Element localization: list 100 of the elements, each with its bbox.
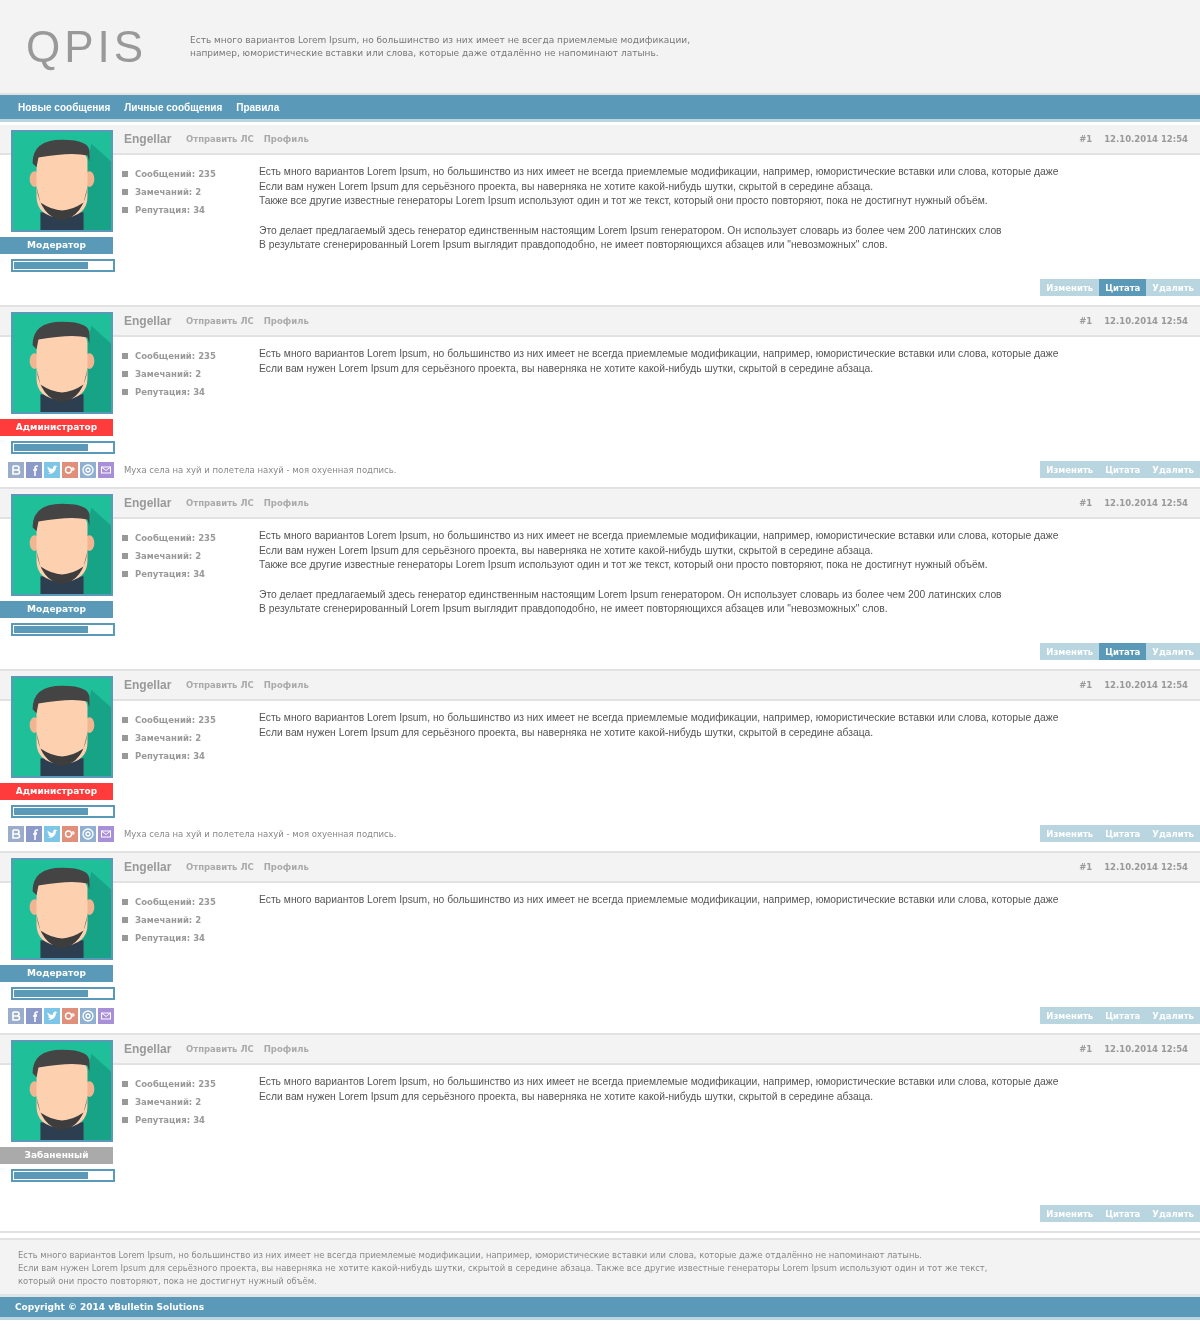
nav-link[interactable]: Новые сообщения [18, 101, 111, 113]
send-message-link[interactable]: Отправить ЛС [186, 498, 254, 508]
bullet-icon [122, 717, 128, 723]
bullet-icon [122, 735, 128, 741]
send-message-link[interactable]: Отправить ЛС [186, 316, 254, 326]
stat-text: Сообщений: 235 [135, 351, 216, 361]
author-link[interactable]: Engellar [124, 860, 186, 874]
footer-text: Если вам нужен Lorem Ipsum для серьёзного проекта, вы наверняка не хотите какой-нибудь шутки, скрытой в середине абзаца. Также все другие известные генераторы Lorem Ipsum используют один и тот же текст, [18, 1262, 989, 1275]
role-badge: Администратор [0, 419, 113, 436]
copyright-text: Copyright © 2014 vBulletin Solutions [15, 1302, 205, 1312]
author-link[interactable]: Engellar [124, 496, 186, 510]
at-sign-icon[interactable] [80, 461, 96, 478]
post-date: 12.10.2014 12:54 [1104, 316, 1188, 326]
post-text: Если вам нужен Lorem Ipsum для серьёзного проекта, вы наверняка не хотите какой-нибудь шутки, скрытой в середине абзаца. [259, 361, 875, 376]
bullet-icon [122, 189, 128, 195]
post-date: 12.10.2014 12:54 [1104, 1044, 1188, 1054]
role-badge: Модератор [0, 965, 113, 982]
post-text: Есть много вариантов Lorem Ipsum, но большинство из них имеет не всегда приемлемые модификации, например, юмористические вставки или слова, которые даже [259, 529, 1059, 543]
at-sign-icon[interactable] [80, 825, 96, 842]
post-number-link[interactable]: #1 [1079, 862, 1093, 872]
role-badge: Модератор [0, 237, 113, 254]
post-action-button[interactable]: Цитата [1099, 643, 1147, 660]
post-text: Если вам нужен Lorem Ipsum для серьёзного проекта, вы наверняка не хотите какой-нибудь шутки, скрытой в середине абзаца. [259, 543, 875, 558]
bullet-icon [122, 389, 128, 395]
mail-icon[interactable] [98, 1007, 114, 1024]
send-message-link[interactable]: Отправить ЛС [186, 862, 254, 872]
post-text: Есть много вариантов Lorem Ipsum, но большинство из них имеет не всегда приемлемые модификации, например, юмористические вставки или слова, которые даже [259, 711, 1059, 725]
google-plus-icon[interactable] [62, 1007, 78, 1024]
post-number-link[interactable]: #1 [1079, 680, 1093, 690]
post-date: 12.10.2014 12:54 [1104, 680, 1188, 690]
stat-text: Замечаний: 2 [135, 1097, 202, 1107]
signature-text: Муха села на хуй и полетела нахуй - моя охуенная подпись. [124, 464, 397, 475]
profile-link[interactable]: Профиль [263, 134, 309, 144]
bullet-icon [122, 1099, 128, 1105]
role-badge: Модератор [0, 601, 113, 618]
facebook-icon[interactable] [26, 461, 42, 478]
post-text: Есть много вариантов Lorem Ipsum, но большинство из них имеет не всегда приемлемые модификации, например, юмористические вставки или слова, которые даже [259, 1075, 1059, 1089]
facebook-icon[interactable] [26, 825, 42, 842]
stat-text: Репутация: 34 [135, 205, 205, 215]
profile-link[interactable]: Профиль [263, 862, 309, 872]
stat-text: Замечаний: 2 [135, 187, 202, 197]
stat-text: Сообщений: 235 [135, 169, 216, 179]
post-number-link[interactable]: #1 [1079, 1044, 1093, 1054]
profile-link[interactable]: Профиль [263, 316, 309, 326]
send-message-link[interactable]: Отправить ЛС [186, 680, 254, 690]
send-message-link[interactable]: Отправить ЛС [186, 134, 254, 144]
post-action-button[interactable]: Цитата [1099, 279, 1147, 296]
avatar-icon [11, 494, 113, 596]
google-plus-icon[interactable] [62, 461, 78, 478]
bullet-icon [122, 935, 128, 941]
stat-text: Репутация: 34 [135, 751, 205, 761]
bullet-icon [122, 1117, 128, 1123]
profile-link[interactable]: Профиль [263, 1044, 309, 1054]
stat-text: Замечаний: 2 [135, 551, 202, 561]
mail-icon[interactable] [98, 461, 114, 478]
post-date: 12.10.2014 12:54 [1104, 498, 1188, 508]
avatar-icon [11, 858, 113, 960]
vk-icon[interactable] [8, 825, 24, 842]
post-text: Это делает предлагаемый здесь генератор единственным настоящим Lorem Ipsum генератором. Он использует словарь из более чем 200 латинских слов [259, 587, 1003, 602]
vk-icon[interactable] [8, 1007, 24, 1024]
author-link[interactable]: Engellar [124, 1042, 186, 1056]
logo[interactable]: QPIS [26, 24, 186, 69]
bullet-icon [122, 571, 128, 577]
author-link[interactable]: Engellar [124, 132, 186, 146]
vk-icon[interactable] [8, 461, 24, 478]
post-number-link[interactable]: #1 [1079, 498, 1093, 508]
post-text: Также все другие известные генераторы Lorem Ipsum используют один и тот же текст, который они просто повторяют, пока не достигнут нужный объём. [259, 558, 989, 573]
stat-text: Сообщений: 235 [135, 897, 216, 907]
facebook-icon[interactable] [26, 1007, 42, 1024]
twitter-icon[interactable] [44, 825, 60, 842]
post-text: В результате сгенерированный Lorem Ipsum выглядит правдоподобно, не имеет повторяющихся абзацев или "невозможных" слов. [259, 602, 889, 617]
google-plus-icon[interactable] [62, 825, 78, 842]
stat-text: Сообщений: 235 [135, 1079, 216, 1089]
mail-icon[interactable] [98, 825, 114, 842]
tagline-text: Есть много вариантов Lorem Ipsum, но большинство из них имеет не всегда приемлемые модификации, [190, 33, 691, 47]
twitter-icon[interactable] [44, 461, 60, 478]
stat-text: Репутация: 34 [135, 1115, 205, 1125]
avatar-icon [11, 312, 113, 414]
nav-link[interactable]: Личные сообщения [124, 101, 223, 113]
bullet-icon [122, 553, 128, 559]
send-message-link[interactable]: Отправить ЛС [186, 1044, 254, 1054]
at-sign-icon[interactable] [80, 1007, 96, 1024]
role-badge: Администратор [0, 783, 113, 800]
bullet-icon [122, 535, 128, 541]
author-link[interactable]: Engellar [124, 678, 186, 692]
profile-link[interactable]: Профиль [263, 680, 309, 690]
avatar-icon [11, 130, 113, 232]
post-number-link[interactable]: #1 [1079, 134, 1093, 144]
avatar-icon [11, 676, 113, 778]
stat-text: Замечаний: 2 [135, 369, 202, 379]
post-text: Также все другие известные генераторы Lorem Ipsum используют один и тот же текст, который они просто повторяют, пока не достигнут нужный объём. [259, 194, 989, 209]
stat-text: Замечаний: 2 [135, 915, 202, 925]
avatar-icon [11, 1040, 113, 1142]
author-link[interactable]: Engellar [124, 314, 186, 328]
twitter-icon[interactable] [44, 1007, 60, 1024]
bullet-icon [122, 917, 128, 923]
profile-link[interactable]: Профиль [263, 498, 309, 508]
post-text: Есть много вариантов Lorem Ipsum, но большинство из них имеет не всегда приемлемые модификации, например, юмористические вставки или слова, которые даже [259, 347, 1059, 361]
nav-link[interactable]: Правила [236, 101, 280, 113]
post-number-link[interactable]: #1 [1079, 316, 1093, 326]
